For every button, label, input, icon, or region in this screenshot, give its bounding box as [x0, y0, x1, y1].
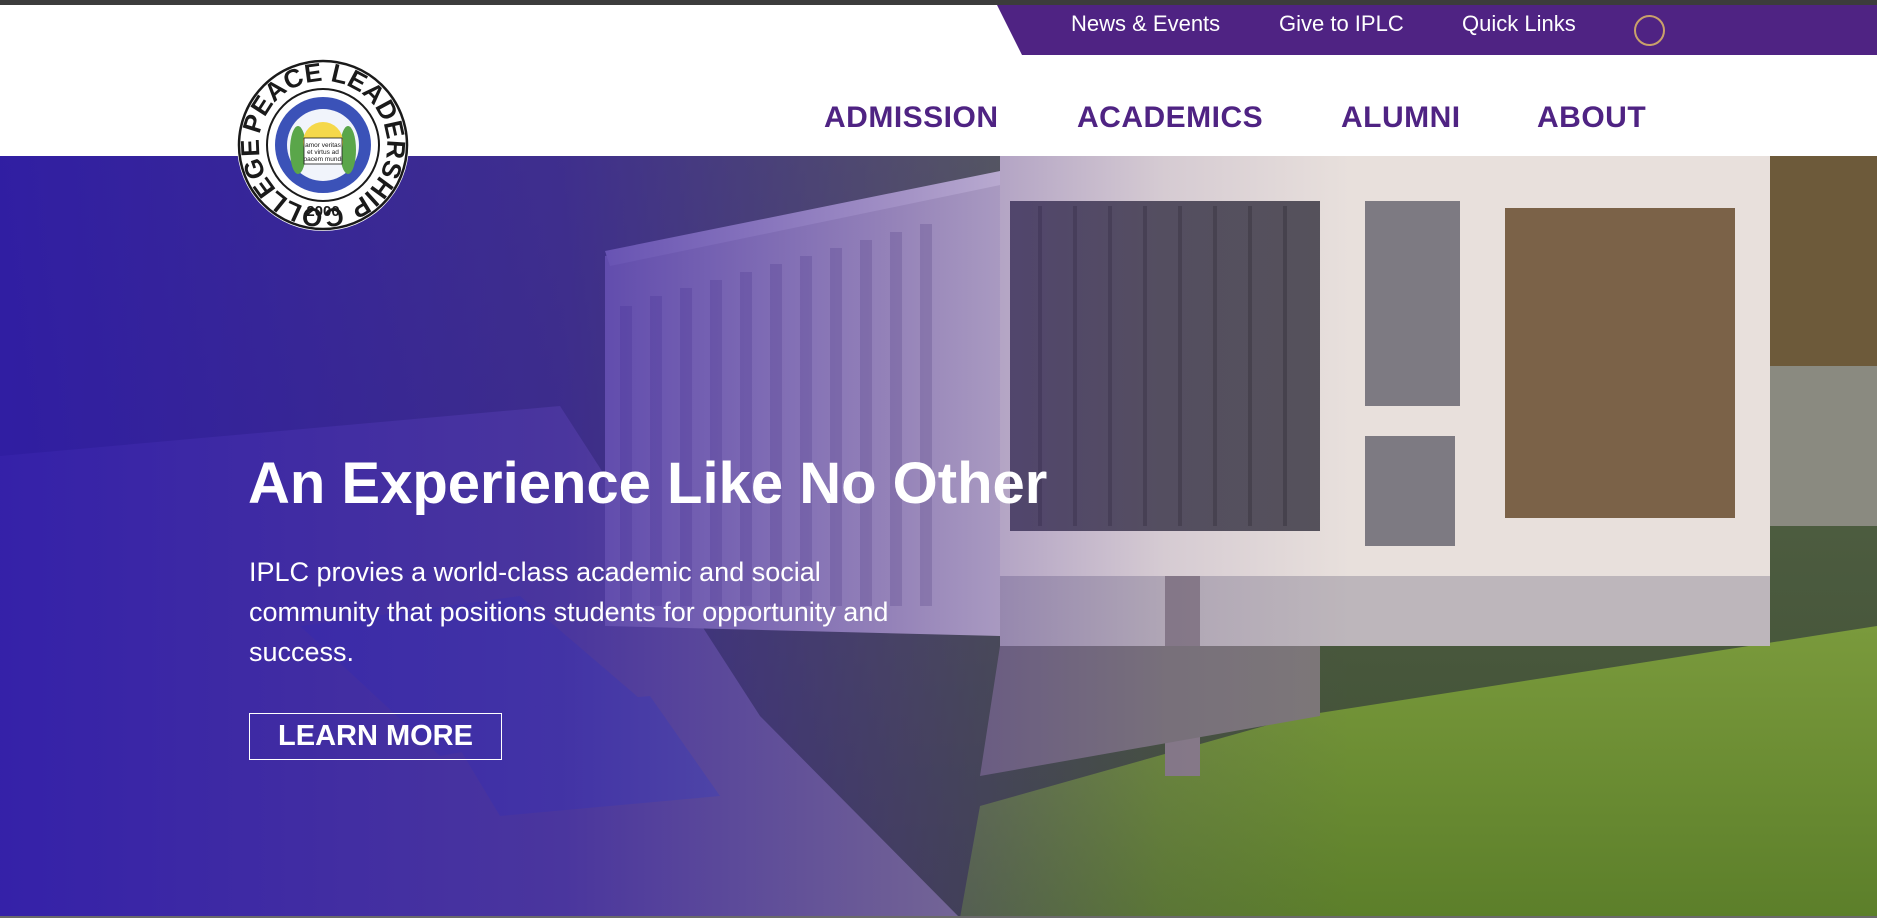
nav-academics[interactable]: ACADEMICS	[1077, 100, 1263, 136]
hero-section	[0, 156, 1877, 918]
college-seal-logo[interactable]: INTERNATIONAL PEACE LEADERSHIP COLLEGE a…	[236, 58, 410, 232]
utility-link-news-events[interactable]: News & Events	[1071, 11, 1220, 37]
top-border-strip	[0, 0, 1877, 5]
logo-motto-line1: amor veritas	[305, 142, 342, 149]
hero-subtext: IPLC provies a world-class academic and …	[249, 557, 889, 667]
logo-year: 2000	[306, 203, 339, 220]
search-icon[interactable]	[1634, 15, 1665, 46]
hero-campus-photo	[0, 156, 1877, 918]
nav-about[interactable]: ABOUT	[1537, 100, 1646, 136]
utility-link-quick-links[interactable]: Quick Links	[1462, 11, 1576, 37]
logo-motto-line2: et virtus ad	[307, 149, 339, 156]
learn-more-button[interactable]: LEARN MORE	[249, 713, 502, 760]
nav-alumni[interactable]: ALUMNI	[1341, 100, 1461, 136]
nav-admission[interactable]: ADMISSION	[824, 100, 999, 136]
logo-motto-line3: pacem mundi	[303, 156, 342, 163]
utility-link-give[interactable]: Give to IPLC	[1279, 11, 1404, 37]
hero-headline: An Experience Like No Other	[248, 451, 1048, 516]
